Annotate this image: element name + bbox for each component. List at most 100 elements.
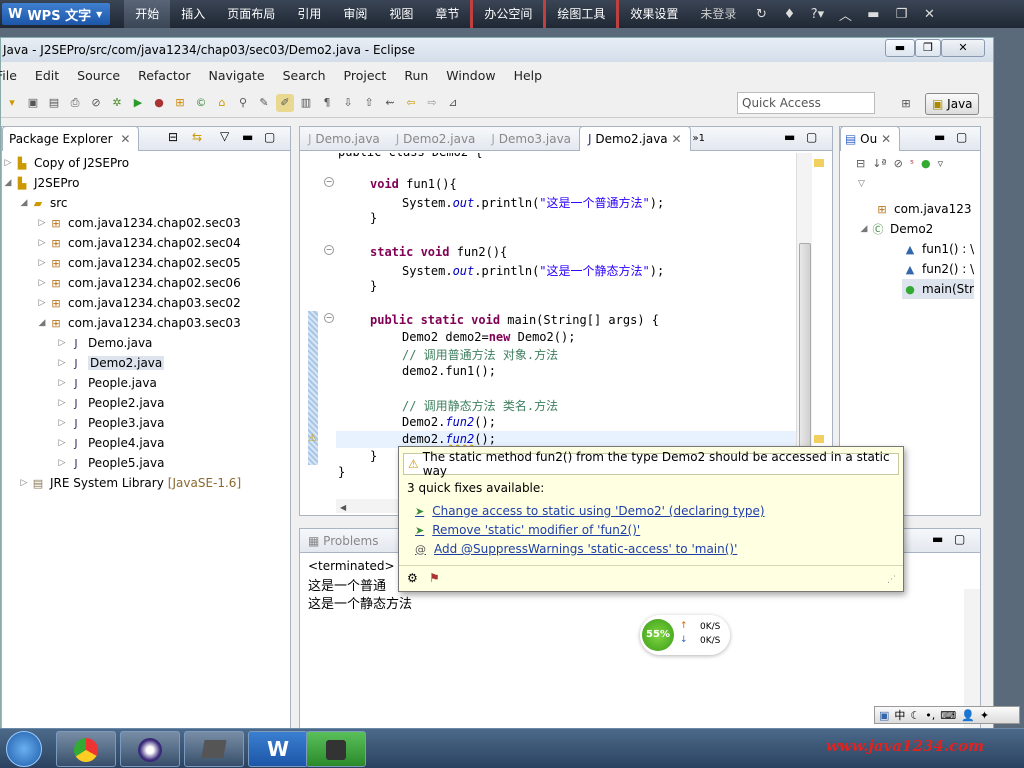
- skip-breakpoints-icon[interactable]: ⊘: [87, 94, 105, 112]
- code-line[interactable]: System.out.println("这是一个静态方法");: [402, 262, 664, 279]
- collapse-icon[interactable]: ◢: [36, 318, 48, 328]
- forward-icon[interactable]: ⇨: [423, 94, 441, 112]
- save-all-icon[interactable]: ▤: [45, 94, 63, 112]
- expand-icon[interactable]: ▷: [36, 258, 48, 268]
- close-icon[interactable]: ✕: [915, 7, 943, 22]
- minimize-view-icon[interactable]: ▬: [784, 130, 795, 144]
- hide-fields-icon[interactable]: ⊘: [894, 157, 903, 170]
- quick-access-input[interactable]: Quick Access: [737, 92, 875, 114]
- expand-icon[interactable]: ▷: [56, 378, 68, 388]
- link-editor-icon[interactable]: ⇆: [192, 130, 202, 144]
- new-class-icon[interactable]: ©: [192, 94, 210, 112]
- minimize-view-icon[interactable]: ▬: [934, 130, 945, 144]
- pin-editor-icon[interactable]: ⊿: [444, 94, 462, 112]
- tree-item-package[interactable]: ▷ ⊞ com.java1234.chap02.sec05: [36, 253, 241, 273]
- search-icon[interactable]: ⚲: [234, 94, 252, 112]
- run-icon[interactable]: ▶: [129, 94, 147, 112]
- expand-icon[interactable]: ▷: [18, 478, 30, 488]
- user-icon[interactable]: 👤: [961, 709, 975, 722]
- close-button[interactable]: ✕: [941, 39, 985, 57]
- tree-item-j2sepro[interactable]: ◢ ▙ J2SEPro: [2, 173, 80, 193]
- next-annotation-icon[interactable]: ⇩: [339, 94, 357, 112]
- external-tools-icon[interactable]: ●: [150, 94, 168, 112]
- wps-login-link[interactable]: 未登录: [689, 0, 747, 28]
- start-button[interactable]: [6, 731, 42, 767]
- open-type-icon[interactable]: ⌂: [213, 94, 231, 112]
- show-whitespace-icon[interactable]: ¶: [318, 94, 336, 112]
- close-icon[interactable]: ✕: [120, 132, 130, 146]
- tree-item-file[interactable]: ▷ J People5.java: [56, 453, 165, 473]
- tree-item-jre[interactable]: ▷ ▤ JRE System Library [JavaSE-1.6]: [18, 473, 242, 493]
- taskbar-app-chrome[interactable]: [56, 731, 116, 767]
- tab-demo2-java-active[interactable]: J Demo2.java ✕: [579, 126, 691, 151]
- menu-window[interactable]: Window: [437, 68, 504, 83]
- wps-logo-button[interactable]: W WPS 文字 ▼: [2, 3, 111, 25]
- expand-icon[interactable]: ▷: [56, 338, 68, 348]
- shirt-icon[interactable]: ♦: [775, 7, 803, 22]
- outline-item-method[interactable]: ▲ fun2() : \: [902, 259, 974, 279]
- prev-annotation-icon[interactable]: ⇧: [360, 94, 378, 112]
- hide-static-icon[interactable]: ˢ: [910, 157, 914, 170]
- wps-tab-insert[interactable]: 插入: [170, 0, 216, 28]
- expand-icon[interactable]: ▷: [56, 458, 68, 468]
- code-line[interactable]: demo2.fun2();: [402, 432, 496, 446]
- hide-nonpublic-icon[interactable]: ●: [921, 157, 931, 170]
- menu-run[interactable]: Run: [395, 68, 437, 83]
- wps-tab-office[interactable]: 办公空间: [470, 0, 543, 28]
- expand-icon[interactable]: ▷: [56, 358, 68, 368]
- wps-tab-home[interactable]: 开始: [124, 0, 171, 28]
- collapse-icon[interactable]: ◢: [18, 198, 30, 208]
- wps-tab-layout[interactable]: 页面布局: [216, 0, 286, 28]
- code-line[interactable]: demo2.fun1();: [402, 364, 496, 378]
- maximize-view-icon[interactable]: ▢: [264, 130, 275, 144]
- open-perspective-icon[interactable]: ⊞: [897, 94, 915, 112]
- tab-package-explorer[interactable]: Package Explorer ✕: [2, 126, 140, 151]
- menu-help[interactable]: Help: [505, 68, 552, 83]
- ime-toolbar[interactable]: ▣ 中 ☾ •, ⌨ 👤 ✦: [874, 706, 1020, 724]
- print-icon[interactable]: ⎙: [66, 94, 84, 112]
- outline-item-method-selected[interactable]: ● main(Str: [902, 279, 974, 299]
- network-monitor-widget[interactable]: 55% ↑ ↓ 0K/S 0K/S: [640, 615, 730, 655]
- overview-warning-marker[interactable]: [814, 435, 824, 443]
- highlight-icon[interactable]: ✐: [276, 93, 294, 112]
- menu-navigate[interactable]: Navigate: [200, 68, 274, 83]
- expand-icon[interactable]: ▷: [36, 218, 48, 228]
- settings-icon[interactable]: ✦: [980, 709, 989, 722]
- overview-warning-marker[interactable]: [814, 159, 824, 167]
- taskbar-app-wps[interactable]: W: [248, 731, 308, 767]
- collapse-icon[interactable]: ◢: [2, 178, 14, 188]
- tree-item-package[interactable]: ◢ ⊞ com.java1234.chap03.sec03: [36, 313, 241, 333]
- tree-item-file[interactable]: ▷ J People.java: [56, 373, 157, 393]
- code-line[interactable]: public static void main(String[] args) {: [370, 313, 659, 327]
- fold-icon[interactable]: −: [324, 177, 334, 187]
- code-line[interactable]: Demo2 demo2=new Demo2();: [402, 330, 575, 344]
- taskbar-app-eclipse[interactable]: [120, 731, 180, 767]
- collapse-all-icon[interactable]: ⊟: [856, 157, 865, 170]
- collapse-ribbon-icon[interactable]: ︿: [831, 5, 859, 24]
- tab-outline[interactable]: ▤ Ou ✕: [840, 126, 901, 151]
- view-menu-icon[interactable]: ▽: [220, 129, 229, 143]
- expand-icon[interactable]: ▷: [56, 418, 68, 428]
- wps-tab-review[interactable]: 审阅: [332, 0, 378, 28]
- code-line[interactable]: }: [370, 211, 377, 225]
- close-icon[interactable]: ✕: [671, 132, 681, 146]
- menu-search[interactable]: Search: [274, 68, 335, 83]
- view-menu-icon[interactable]: ▿: [938, 157, 944, 170]
- tree-item-src[interactable]: ◢ ▰ src: [18, 193, 68, 213]
- maximize-view-icon[interactable]: ▢: [954, 532, 965, 546]
- tree-item-package[interactable]: ▷ ⊞ com.java1234.chap02.sec03: [36, 213, 241, 233]
- minimize-view-icon[interactable]: ▬: [242, 130, 253, 144]
- new-icon[interactable]: ▾: [3, 94, 21, 112]
- moon-icon[interactable]: ☾: [910, 709, 920, 722]
- expand-icon[interactable]: ▷: [36, 238, 48, 248]
- configure-problem-icon[interactable]: ⚙: [407, 571, 418, 585]
- debug-icon[interactable]: ✲: [108, 94, 126, 112]
- expand-icon[interactable]: ▷: [56, 438, 68, 448]
- minimize-icon[interactable]: ▬: [859, 7, 887, 22]
- resize-grip-icon[interactable]: ⋰: [887, 575, 896, 585]
- maximize-view-icon[interactable]: ▢: [956, 130, 967, 144]
- code-line[interactable]: Demo2.fun2();: [402, 415, 496, 429]
- save-icon[interactable]: ▣: [24, 94, 42, 112]
- tree-item-file[interactable]: ▷ J Demo.java: [56, 333, 153, 353]
- code-line[interactable]: }: [370, 449, 377, 463]
